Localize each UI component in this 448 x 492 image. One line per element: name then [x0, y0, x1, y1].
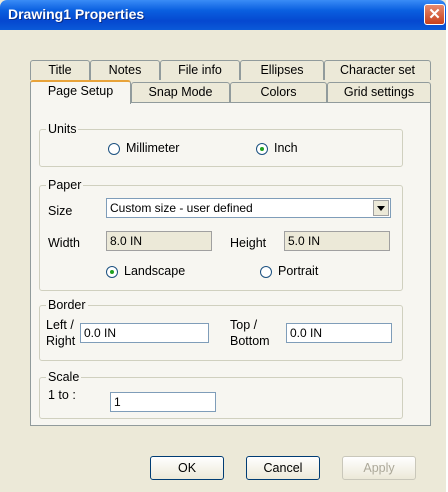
top-bottom-label-line2: Bottom: [230, 334, 270, 348]
close-button[interactable]: ✕: [424, 4, 445, 25]
close-icon: ✕: [428, 6, 441, 23]
scale-group-label: Scale: [46, 370, 82, 384]
millimeter-label: Millimeter: [126, 141, 180, 155]
units-group-label: Units: [46, 122, 79, 136]
properties-dialog: Drawing1 Properties ✕ Title Notes File i…: [0, 0, 446, 492]
units-group: Units Millimeter Inch: [39, 122, 403, 167]
apply-button[interactable]: Apply: [342, 456, 416, 480]
tab-colors[interactable]: Colors: [230, 82, 327, 102]
border-group: Border Left / Right 0.0 IN Top / Bottom …: [39, 298, 403, 361]
tab-character-set[interactable]: Character set: [324, 60, 431, 80]
portrait-radio[interactable]: [260, 266, 272, 278]
top-bottom-border-input[interactable]: 0.0 IN: [286, 323, 392, 343]
left-right-border-input[interactable]: 0.0 IN: [80, 323, 209, 343]
border-group-label: Border: [46, 298, 88, 312]
size-label: Size: [48, 204, 73, 218]
height-label: Height: [230, 236, 267, 250]
tab-title[interactable]: Title: [30, 60, 90, 80]
scale-input[interactable]: 1: [110, 392, 216, 412]
tab-row-bottom: Page Setup Snap Mode Colors Grid setting…: [30, 80, 431, 104]
top-bottom-label-line1: Top /: [230, 318, 258, 332]
tab-page-setup[interactable]: Page Setup: [30, 80, 131, 104]
page-setup-panel: Units Millimeter Inch Paper Size Custom …: [30, 102, 431, 426]
scale-ratio-label: 1 to :: [48, 388, 76, 402]
scale-group: Scale 1 to : 1: [39, 370, 403, 419]
inch-radio[interactable]: [256, 143, 268, 155]
tab-row-top: Title Notes File info Ellipses Character…: [30, 60, 431, 80]
landscape-radio[interactable]: [106, 266, 118, 278]
paper-size-value: Custom size - user defined: [110, 201, 253, 215]
tab-notes[interactable]: Notes: [90, 60, 160, 80]
chevron-down-icon[interactable]: [373, 200, 389, 216]
left-right-label-line2: Right: [46, 334, 76, 348]
inch-label: Inch: [274, 141, 298, 155]
paper-group: Paper Size Custom size - user defined Wi…: [39, 178, 403, 291]
paper-size-dropdown[interactable]: Custom size - user defined: [106, 198, 391, 218]
tab-snap-mode[interactable]: Snap Mode: [131, 82, 230, 102]
paper-group-label: Paper: [46, 178, 84, 192]
window-title: Drawing1 Properties: [8, 6, 145, 22]
tab-ellipses[interactable]: Ellipses: [240, 60, 324, 80]
tab-file-info[interactable]: File info: [160, 60, 240, 80]
portrait-label: Portrait: [278, 264, 319, 278]
height-field: 5.0 IN: [284, 231, 390, 251]
width-field: 8.0 IN: [106, 231, 212, 251]
left-right-label-line1: Left /: [46, 318, 74, 332]
ok-button[interactable]: OK: [150, 456, 224, 480]
title-bar[interactable]: Drawing1 Properties ✕: [0, 0, 446, 30]
width-label: Width: [48, 236, 80, 250]
cancel-button[interactable]: Cancel: [246, 456, 320, 480]
millimeter-radio[interactable]: [108, 143, 120, 155]
tab-grid-settings[interactable]: Grid settings: [327, 82, 431, 102]
landscape-label: Landscape: [124, 264, 186, 278]
